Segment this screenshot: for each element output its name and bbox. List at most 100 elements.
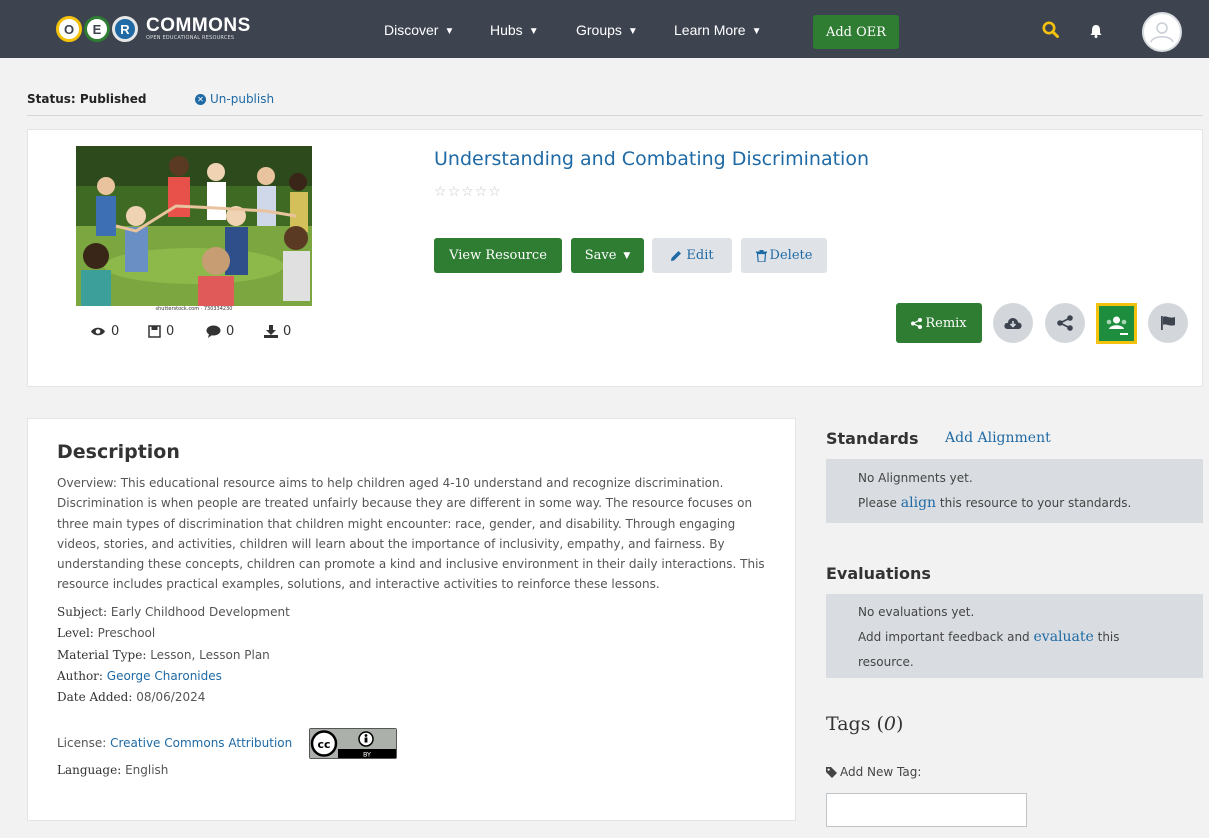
language-label: Language:	[57, 763, 122, 777]
logo-letter-e: E	[84, 16, 110, 42]
logo-letter-r: R	[112, 16, 138, 42]
rating-stars[interactable]: ☆☆☆☆☆	[434, 184, 502, 200]
align-link[interactable]: align	[901, 495, 936, 511]
unpublish-label: Un-publish	[210, 92, 275, 106]
standards-prompt-post: this resource to your standards.	[939, 496, 1132, 510]
google-classroom-button[interactable]	[1096, 303, 1137, 344]
status-label: Status: Published	[27, 92, 147, 106]
views-stat: 0	[90, 324, 148, 339]
caret-down-icon: ▼	[623, 250, 631, 261]
chevron-down-icon: ▼	[627, 26, 638, 37]
nav-hubs[interactable]: Hubs ▼	[490, 22, 539, 38]
author-row: Author: George Charonides	[57, 669, 222, 683]
add-new-tag-label: Add New Tag:	[826, 765, 921, 779]
chevron-down-icon: ▼	[444, 26, 455, 37]
nav-groups-label: Groups	[576, 22, 622, 38]
material-type-label: Material Type:	[57, 648, 147, 662]
evaluate-link[interactable]: evaluate	[1034, 629, 1094, 645]
level-value: Preschool	[97, 626, 156, 640]
description-panel: Description Overview: This educational r…	[27, 418, 796, 821]
nav-learn-more[interactable]: Learn More ▼	[674, 22, 762, 38]
resource-stats: 0 0 0 0	[90, 324, 322, 339]
license-row: License: Creative Commons Attribution	[57, 736, 292, 750]
level-label: Level:	[57, 626, 94, 640]
downloads-count: 0	[283, 324, 292, 339]
add-alignment-link[interactable]: Add Alignment	[945, 430, 1051, 446]
flag-button[interactable]	[1148, 303, 1188, 343]
remix-button[interactable]: Remix	[896, 303, 982, 343]
nav-groups[interactable]: Groups ▼	[576, 22, 638, 38]
description-heading: Description	[57, 441, 180, 463]
date-added-label: Date Added:	[57, 690, 133, 704]
comments-stat: 0	[206, 324, 264, 339]
eye-icon	[91, 327, 105, 336]
save-button[interactable]: Save ▼	[571, 238, 644, 273]
logo-letter-o: O	[56, 16, 82, 42]
bell-icon[interactable]	[1089, 24, 1103, 38]
subject-row: Subject: Early Childhood Development	[57, 605, 290, 619]
logo-text: COMMONS OPEN EDUCATIONAL RESOURCES	[146, 15, 251, 41]
views-count: 0	[111, 324, 120, 339]
tags-heading: Tags (0)	[826, 713, 904, 735]
floppy-icon	[148, 325, 161, 338]
evaluations-prompt-end: resource.	[858, 655, 914, 669]
star-icon[interactable]: ☆	[461, 184, 475, 200]
date-added-value: 08/06/2024	[136, 690, 206, 704]
star-icon[interactable]: ☆	[434, 184, 448, 200]
date-added-row: Date Added: 08/06/2024	[57, 690, 205, 704]
delete-label: Delete	[769, 248, 813, 263]
cc-by-text: BY	[363, 751, 371, 759]
license-link[interactable]: Creative Commons Attribution	[110, 736, 292, 750]
cloud-download-icon	[1004, 318, 1022, 329]
author-link[interactable]: George Charonides	[107, 669, 222, 683]
license-label: License:	[57, 736, 107, 750]
evaluations-prompt-post: this	[1097, 630, 1120, 644]
subject-value: Early Childhood Development	[110, 605, 290, 619]
share-button[interactable]	[1045, 303, 1085, 343]
publish-status-row: Status: Published ✕ Un-publish	[27, 90, 1203, 116]
logo-title: COMMONS	[146, 15, 251, 36]
flag-icon	[1161, 316, 1175, 330]
edit-label: Edit	[686, 248, 714, 263]
standards-prompt: Please align this resource to your stand…	[858, 491, 1203, 516]
material-type-row: Material Type: Lesson, Lesson Plan	[57, 648, 270, 662]
oer-commons-logo[interactable]: O E R COMMONS OPEN EDUCATIONAL RESOURCES	[56, 10, 251, 48]
view-resource-button[interactable]: View Resource	[434, 238, 562, 273]
nav-discover[interactable]: Discover ▼	[384, 22, 454, 38]
chevron-down-icon: ▼	[528, 26, 539, 37]
pencil-icon	[671, 250, 682, 261]
nav-discover-label: Discover	[384, 22, 439, 38]
add-oer-button[interactable]: Add OER	[813, 15, 899, 49]
share-icon	[1057, 315, 1073, 331]
add-new-tag-text: Add New Tag:	[840, 765, 922, 779]
evaluations-prompt: Add important feedback and evaluate this	[858, 625, 1203, 650]
resource-thumbnail	[76, 146, 312, 316]
tags-heading-label: Tags	[826, 713, 871, 735]
star-icon[interactable]: ☆	[448, 184, 462, 200]
avatar-icon[interactable]	[1142, 12, 1182, 52]
download-cloud-button[interactable]	[993, 303, 1033, 343]
resource-summary-card: shutterstock.com · 730334230 0 0 0 0 Und…	[27, 129, 1203, 387]
standards-empty-text: No Alignments yet.	[858, 471, 973, 485]
search-icon[interactable]	[1042, 21, 1059, 38]
evaluations-prompt-pre: Add important feedback and	[858, 630, 1030, 644]
nav-hubs-label: Hubs	[490, 22, 523, 38]
edit-button[interactable]: Edit	[652, 238, 732, 273]
tag-icon	[826, 766, 837, 778]
delete-button[interactable]: Delete	[741, 238, 827, 273]
unpublish-link[interactable]: ✕ Un-publish	[195, 92, 274, 106]
resource-title[interactable]: Understanding and Combating Discriminati…	[434, 148, 869, 170]
image-caption: shutterstock.com · 730334230	[76, 306, 312, 316]
star-icon[interactable]: ☆	[475, 184, 489, 200]
cc-by-badge[interactable]: cc BY	[309, 728, 397, 759]
standards-box: No Alignments yet. Please align this res…	[826, 459, 1203, 523]
standards-heading: Standards	[826, 429, 919, 448]
remix-label: Remix	[925, 315, 967, 331]
downloads-stat: 0	[264, 324, 322, 339]
saves-stat: 0	[148, 324, 206, 339]
new-tag-input[interactable]	[826, 793, 1027, 827]
chevron-down-icon: ▼	[751, 26, 762, 37]
level-row: Level: Preschool	[57, 626, 155, 640]
star-icon[interactable]: ☆	[488, 184, 502, 200]
saves-count: 0	[166, 324, 175, 339]
